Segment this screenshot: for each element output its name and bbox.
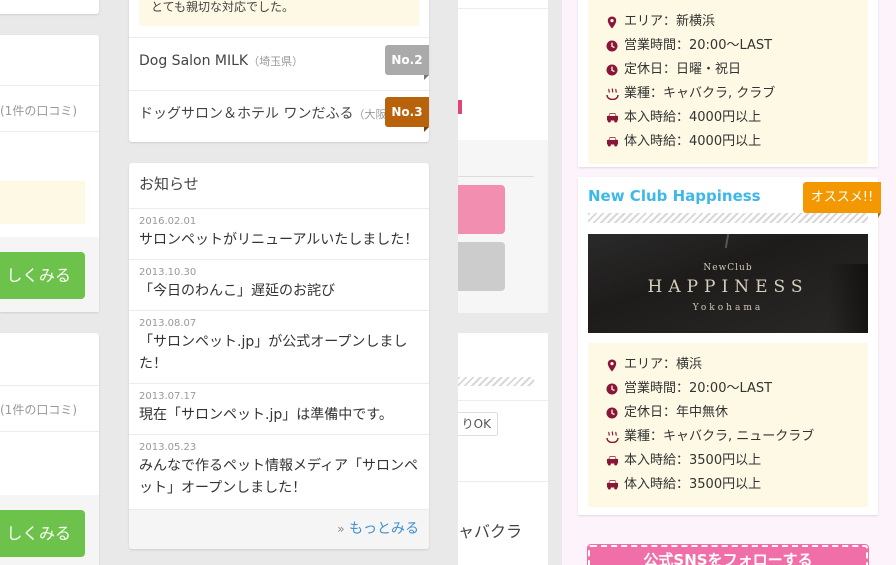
news-date: 2013.08.07 <box>139 318 197 329</box>
club-info-row: エリア：新横浜 <box>606 10 868 34</box>
hatch-divider <box>458 377 534 386</box>
club-info-row: エリア：横浜 <box>606 353 868 377</box>
center-panel-top <box>458 0 548 140</box>
left-column: (1件の口コミ) しくみる (1件の口コミ) しくみる <box>0 0 100 565</box>
news-footer: » もっとみる <box>129 509 429 549</box>
news-date: 2013.05.23 <box>139 442 197 453</box>
club-info-text: 営業時間：20:00〜LAST <box>624 381 773 396</box>
shop-card-1: (1件の口コミ) しくみる <box>0 35 99 312</box>
club-info-box: エリア：横浜営業時間：20:00〜LAST 定休日：年中無休業種：キャバクラ, ニ… <box>588 343 868 507</box>
news-title[interactable]: みんなで作るペット情報メディア「サロンペット」オープンしました！ <box>139 455 419 499</box>
shop-name[interactable]: ドッグサロン＆ホテル ワンだふる（大阪 <box>139 103 386 123</box>
club-info-row: 本入時給：4000円以上 <box>606 106 868 130</box>
news-heading: お知らせ <box>139 175 199 193</box>
club-info-text: 本入時給：3500円以上 <box>624 453 762 468</box>
shop-card-top-fragment <box>0 0 99 14</box>
shop-name[interactable]: Dog Salon MILK（埼玉県） <box>139 53 303 69</box>
sns-follow-button[interactable]: 公式SNSをフォローする <box>587 544 869 565</box>
club-info-text: エリア：新横浜 <box>624 14 716 29</box>
logo-text-small: NewClub <box>703 263 753 273</box>
news-title[interactable]: 現在「サロンペット.jp」は準備中です。 <box>139 404 419 426</box>
news-title[interactable]: サロンペットがリニューアルいたしました！ <box>139 229 419 251</box>
news-date: 2013.10.30 <box>139 267 197 278</box>
news-title[interactable]: 「今日のわんこ」遅延のお詫び <box>139 280 419 302</box>
shop-prefecture: （埼玉県） <box>248 55 304 68</box>
club-photo[interactable]: NewClub HAPPINESS Yokohama <box>588 234 868 333</box>
rank-badge: No.2 <box>385 45 429 80</box>
ranking-card: とても親切な対応でした。 Dog Salon MILK（埼玉県） No.2 ドッ… <box>129 0 429 142</box>
photo-shadow <box>828 264 868 333</box>
club-info-box: エリア：新横浜営業時間：20:00〜LAST 定休日：日曜・祝日業種：キャバクラ,… <box>588 0 868 164</box>
center-column: りOK ャバクラ <box>458 0 548 565</box>
news-date: 2016.02.01 <box>139 216 197 227</box>
club-info-row: 定休日：年中無休 <box>606 401 868 425</box>
club-info-text: 体入時給：4000円以上 <box>624 134 762 149</box>
detail-button[interactable]: しくみる <box>0 252 85 299</box>
club-info-row: 体入時給：3500円以上 <box>606 473 868 497</box>
card-footer: しくみる <box>0 237 99 312</box>
club-info-row: 業種：キャバクラ, クラブ <box>606 82 868 106</box>
club-info-text: 定休日：年中無休 <box>624 405 729 420</box>
condition-tag: りOK <box>458 412 498 436</box>
divider <box>458 8 548 9</box>
lamp-decoration <box>724 234 730 249</box>
club-info-text: 体入時給：3500円以上 <box>624 477 762 492</box>
ranking-row-3[interactable]: ドッグサロン＆ホテル ワンだふる（大阪 No.3 <box>129 90 429 142</box>
shop-card-2: (1件の口コミ) しくみる <box>0 333 99 565</box>
recommend-badge: オススメ!! <box>803 182 881 218</box>
ranking-comment: とても親切な対応でした。 <box>139 0 419 26</box>
hatch-divider <box>588 213 868 223</box>
news-title[interactable]: 「サロンペット.jp」が公式オープンしました！ <box>139 331 419 375</box>
divider <box>458 481 548 482</box>
comment-box <box>0 181 85 224</box>
club-info-row: 業種：キャバクラ, ニュークラブ <box>606 425 868 449</box>
more-link[interactable]: もっとみる <box>349 521 419 537</box>
club-info-row: 営業時間：20:00〜LAST <box>606 34 868 58</box>
news-card: お知らせ 2016.02.01 サロンペットがリニューアルいたしました！ 201… <box>129 163 429 549</box>
category-text: ャバクラ <box>458 522 523 541</box>
club-info-row: 定休日：日曜・祝日 <box>606 58 868 82</box>
club-info-text: 定休日：日曜・祝日 <box>624 62 742 77</box>
gray-action-button[interactable] <box>458 242 505 291</box>
pink-action-button[interactable] <box>458 185 505 234</box>
divider <box>0 385 99 386</box>
club-info-text: 営業時間：20:00〜LAST <box>624 38 773 53</box>
divider <box>0 431 99 432</box>
news-date: 2013.07.17 <box>139 391 197 402</box>
divider <box>0 85 99 86</box>
news-item[interactable]: 2016.02.01 サロンペットがリニューアルいたしました！ <box>129 208 429 260</box>
divider <box>458 400 548 401</box>
news-item[interactable]: 2013.05.23 みんなで作るペット情報メディア「サロンペット」オープンしま… <box>129 434 429 508</box>
divider <box>0 131 99 132</box>
club-info-text: エリア：横浜 <box>624 357 703 372</box>
review-count: (1件の口コミ) <box>0 403 77 417</box>
news-item[interactable]: 2013.08.07 「サロンペット.jp」が公式オープンしました！ <box>129 310 429 384</box>
card-footer: しくみる <box>0 495 99 565</box>
more-arrow-icon: » <box>337 522 345 536</box>
logo-text-main: HAPPINESS <box>647 277 809 297</box>
review-count: (1件の口コミ) <box>0 104 77 118</box>
logo-text-location: Yokohama <box>692 303 764 313</box>
news-item[interactable]: 2013.07.17 現在「サロンペット.jp」は準備中です。 <box>129 383 429 435</box>
club-card-2[interactable]: New Club Happiness オススメ!! NewClub HAPPIN… <box>578 177 881 515</box>
club-info-row: 営業時間：20:00〜LAST <box>606 377 868 401</box>
shop-prefecture: （大阪 <box>353 108 387 121</box>
accent-mark <box>458 100 462 114</box>
club-info-text: 業種：キャバクラ, ニュークラブ <box>624 429 815 444</box>
club-info-row: 本入時給：3500円以上 <box>606 449 868 473</box>
club-card-1[interactable]: エリア：新横浜営業時間：20:00〜LAST 定休日：日曜・祝日業種：キャバクラ,… <box>578 0 878 167</box>
club-name-link[interactable]: New Club Happiness <box>588 187 761 205</box>
club-info-text: 本入時給：4000円以上 <box>624 110 762 125</box>
detail-button[interactable]: しくみる <box>0 510 85 557</box>
club-info-row: 体入時給：4000円以上 <box>606 130 868 154</box>
divider <box>458 176 534 177</box>
news-item[interactable]: 2013.10.30 「今日のわんこ」遅延のお詫び <box>129 259 429 311</box>
club-info-text: 業種：キャバクラ, クラブ <box>624 86 776 101</box>
ranking-row-2[interactable]: Dog Salon MILK（埼玉県） No.2 <box>129 37 429 91</box>
rank-badge: No.3 <box>385 97 429 132</box>
